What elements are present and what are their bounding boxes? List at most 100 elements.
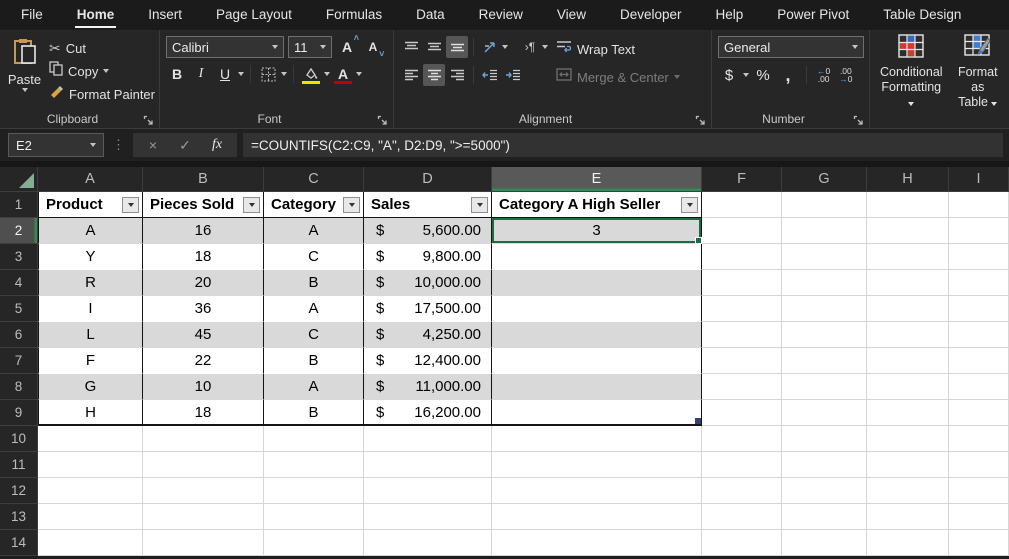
row-header-12[interactable]: 12 <box>0 478 38 504</box>
bottom-align-button[interactable] <box>446 36 468 58</box>
cell-H5[interactable] <box>867 296 949 322</box>
row-header-5[interactable]: 5 <box>0 296 38 322</box>
cell-B3[interactable]: 18 <box>143 244 264 270</box>
cell-A10[interactable] <box>38 426 143 452</box>
tab-power-pivot[interactable]: Power Pivot <box>760 0 866 30</box>
tab-review[interactable]: Review <box>462 0 540 30</box>
cell-C14[interactable] <box>264 530 364 556</box>
column-header-F[interactable]: F <box>702 167 782 192</box>
filter-button-C[interactable] <box>343 197 360 213</box>
row-header-10[interactable]: 10 <box>0 426 38 452</box>
cell-F11[interactable] <box>702 452 782 478</box>
decrease-indent-button[interactable] <box>479 64 501 86</box>
cell-H12[interactable] <box>867 478 949 504</box>
cell-D6[interactable]: $4,250.00 <box>364 322 492 348</box>
cell-D1[interactable]: Sales <box>364 192 492 218</box>
filter-button-A[interactable] <box>122 197 139 213</box>
format-painter-button[interactable]: Format Painter <box>49 84 155 104</box>
fill-handle[interactable] <box>695 237 702 244</box>
cell-D14[interactable] <box>364 530 492 556</box>
cell-H9[interactable] <box>867 400 949 426</box>
cut-button[interactable]: ✂ Cut <box>49 38 155 58</box>
wrap-text-button[interactable]: Wrap Text <box>556 39 680 59</box>
cell-H6[interactable] <box>867 322 949 348</box>
cell-B8[interactable]: 10 <box>143 374 264 400</box>
cell-C11[interactable] <box>264 452 364 478</box>
cell-G9[interactable] <box>782 400 867 426</box>
cell-E3[interactable] <box>492 244 702 270</box>
cell-G12[interactable] <box>782 478 867 504</box>
cell-F2[interactable] <box>702 218 782 244</box>
number-dialog-launcher[interactable] <box>853 113 865 125</box>
column-header-D[interactable]: D <box>364 167 492 192</box>
cell-G1[interactable] <box>782 192 867 218</box>
top-align-button[interactable] <box>400 36 422 58</box>
cell-I2[interactable] <box>949 218 1009 244</box>
cell-D9[interactable]: $16,200.00 <box>364 400 492 426</box>
cell-A1[interactable]: Product <box>38 192 143 218</box>
tab-insert[interactable]: Insert <box>131 0 199 30</box>
cell-A9[interactable]: H <box>38 400 143 426</box>
cell-B10[interactable] <box>143 426 264 452</box>
decrease-decimal-button[interactable]: .00→0 <box>836 65 855 85</box>
enter-button[interactable]: ✓ <box>169 137 201 154</box>
middle-align-button[interactable] <box>423 36 445 58</box>
cell-A2[interactable]: A <box>38 218 143 244</box>
column-header-H[interactable]: H <box>867 167 949 192</box>
cell-F13[interactable] <box>702 504 782 530</box>
cell-D3[interactable]: $9,800.00 <box>364 244 492 270</box>
row-header-1[interactable]: 1 <box>0 192 38 218</box>
cell-B1[interactable]: Pieces Sold <box>143 192 264 218</box>
cell-E4[interactable] <box>492 270 702 296</box>
cell-A7[interactable]: F <box>38 348 143 374</box>
cell-B11[interactable] <box>143 452 264 478</box>
column-header-I[interactable]: I <box>949 167 1009 192</box>
cell-C1[interactable]: Category <box>264 192 364 218</box>
cell-A8[interactable]: G <box>38 374 143 400</box>
row-header-11[interactable]: 11 <box>0 452 38 478</box>
filter-button-E[interactable] <box>681 197 698 213</box>
cell-E9[interactable] <box>492 400 702 426</box>
cell-I13[interactable] <box>949 504 1009 530</box>
cell-C9[interactable]: B <box>264 400 364 426</box>
cell-F5[interactable] <box>702 296 782 322</box>
format-as-table-button[interactable]: Format as Table <box>951 32 1005 110</box>
shrink-font-button[interactable]: A˅ <box>362 36 384 58</box>
cell-C3[interactable]: C <box>264 244 364 270</box>
paste-button[interactable]: Paste <box>6 36 43 110</box>
cell-I11[interactable] <box>949 452 1009 478</box>
cell-H7[interactable] <box>867 348 949 374</box>
cell-I3[interactable] <box>949 244 1009 270</box>
row-header-3[interactable]: 3 <box>0 244 38 270</box>
cell-H3[interactable] <box>867 244 949 270</box>
cell-E6[interactable] <box>492 322 702 348</box>
cell-F7[interactable] <box>702 348 782 374</box>
column-header-G[interactable]: G <box>782 167 867 192</box>
cell-H11[interactable] <box>867 452 949 478</box>
cell-E11[interactable] <box>492 452 702 478</box>
increase-decimal-button[interactable]: ←0.00 <box>814 65 833 85</box>
tab-table-design[interactable]: Table Design <box>866 0 978 30</box>
row-header-13[interactable]: 13 <box>0 504 38 530</box>
filter-button-B[interactable] <box>243 197 260 213</box>
comma-style-button[interactable]: , <box>777 64 799 86</box>
cell-B14[interactable] <box>143 530 264 556</box>
cell-H2[interactable] <box>867 218 949 244</box>
cell-H8[interactable] <box>867 374 949 400</box>
italic-button[interactable]: I <box>190 63 212 85</box>
cell-G6[interactable] <box>782 322 867 348</box>
cell-G7[interactable] <box>782 348 867 374</box>
cell-B7[interactable]: 22 <box>143 348 264 374</box>
cell-D11[interactable] <box>364 452 492 478</box>
align-center-button[interactable] <box>423 64 445 86</box>
cell-G5[interactable] <box>782 296 867 322</box>
cell-I5[interactable] <box>949 296 1009 322</box>
cell-E13[interactable] <box>492 504 702 530</box>
conditional-formatting-button[interactable]: Conditional Formatting <box>876 32 947 110</box>
accounting-format-button[interactable]: $ <box>718 64 740 86</box>
column-header-C[interactable]: C <box>264 167 364 192</box>
cell-B2[interactable]: 16 <box>143 218 264 244</box>
cell-H4[interactable] <box>867 270 949 296</box>
cell-F8[interactable] <box>702 374 782 400</box>
clipboard-dialog-launcher[interactable] <box>143 113 155 125</box>
